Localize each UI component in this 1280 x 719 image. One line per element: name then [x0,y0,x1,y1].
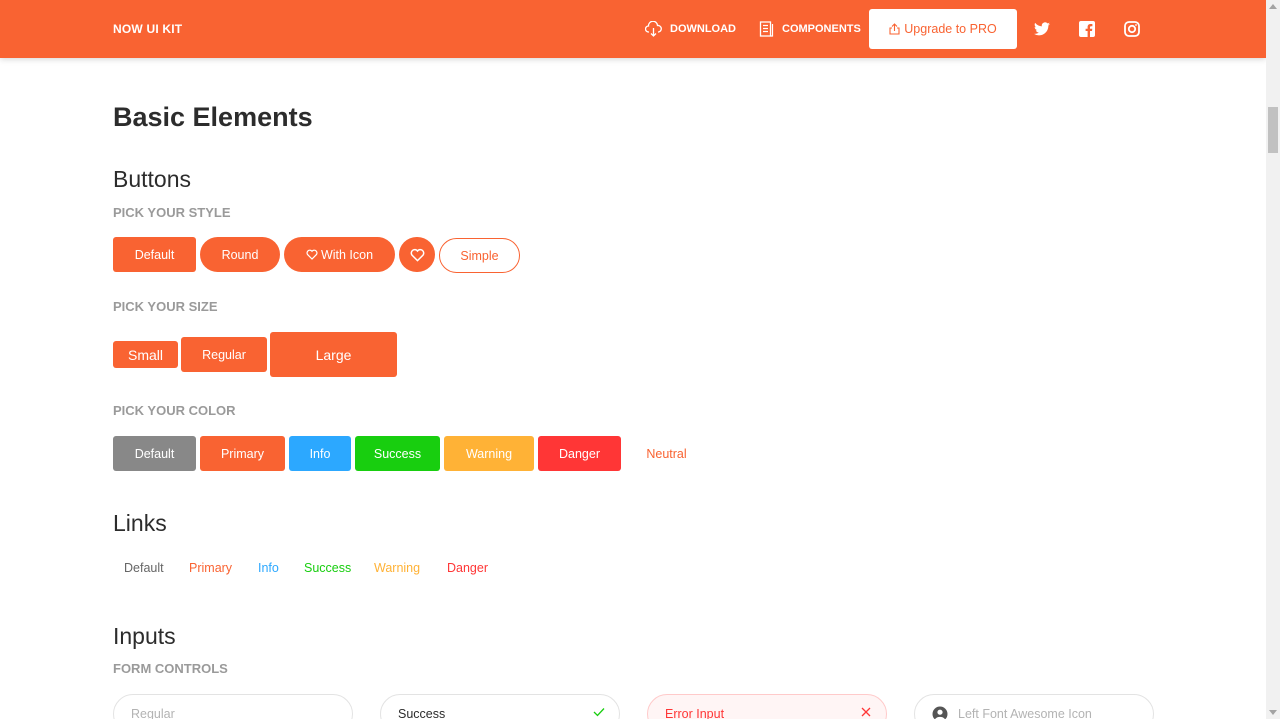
success-link[interactable]: Success [304,561,351,575]
scroll-up-arrow[interactable] [1269,4,1277,9]
pick-style-label: PICK YOUR STYLE [113,205,231,220]
scroll-down-arrow[interactable] [1269,710,1277,715]
twitter-icon [1034,22,1050,36]
download-link[interactable]: DOWNLOAD [645,18,736,40]
round-button[interactable]: Round [200,237,280,272]
twitter-link[interactable] [1032,19,1052,39]
instagram-icon [1124,21,1140,37]
share-icon [889,23,900,35]
default-link[interactable]: Default [124,561,164,575]
inputs-heading: Inputs [113,623,176,649]
check-icon [593,708,605,717]
primary-button[interactable]: Primary [200,436,285,471]
heart-icon [410,248,424,262]
icon-input-placeholder: Left Font Awesome Icon [958,707,1092,719]
info-link[interactable]: Info [258,561,279,575]
small-button[interactable]: Small [113,341,178,368]
navbar: NOW UI KIT DOWNLOAD COMPONENTS Upgrade t… [0,0,1266,58]
download-label: DOWNLOAD [670,23,736,35]
upgrade-button[interactable]: Upgrade to PRO [869,9,1017,49]
with-icon-button[interactable]: With Icon [284,237,395,272]
neutral-button[interactable]: Neutral [627,436,706,471]
success-input-value: Success [398,707,446,719]
warning-link[interactable]: Warning [374,561,420,575]
heart-icon-button[interactable] [399,237,435,272]
heart-icon [306,249,318,260]
primary-link[interactable]: Primary [189,561,232,575]
pick-size-label: PICK YOUR SIZE [113,299,218,314]
cloud-download-icon [645,21,662,37]
upgrade-label: Upgrade to PRO [904,22,997,36]
success-input[interactable]: Success [380,694,620,719]
regular-input-placeholder: Regular [131,707,175,719]
icon-input[interactable]: Left Font Awesome Icon [914,694,1154,719]
components-link[interactable]: COMPONENTS [759,18,861,40]
large-button[interactable]: Large [270,332,397,377]
regular-button[interactable]: Regular [181,337,267,372]
document-icon [759,20,774,37]
warning-button[interactable]: Warning [444,436,534,471]
scrollbar-thumb[interactable] [1268,107,1278,153]
default-button[interactable]: Default [113,237,196,272]
brand-logo[interactable]: NOW UI KIT [113,22,182,36]
pick-color-label: PICK YOUR COLOR [113,403,236,418]
instagram-link[interactable] [1122,19,1142,39]
buttons-heading: Buttons [113,166,191,192]
regular-input[interactable]: Regular [113,694,353,719]
user-circle-icon [932,706,948,719]
info-button[interactable]: Info [289,436,351,471]
form-controls-label: FORM CONTROLS [113,661,228,676]
close-icon [861,707,871,717]
with-icon-label: With Icon [320,247,374,262]
links-heading: Links [113,510,167,536]
default-color-button[interactable]: Default [113,436,196,471]
danger-button[interactable]: Danger [538,436,621,471]
page-title: Basic Elements [113,102,313,132]
success-button[interactable]: Success [355,436,440,471]
components-label: COMPONENTS [782,23,861,35]
error-input-value: Error Input [665,707,725,719]
facebook-icon [1079,21,1095,37]
danger-link[interactable]: Danger [447,561,488,575]
facebook-link[interactable] [1077,19,1097,39]
simple-button[interactable]: Simple [439,238,520,273]
error-input[interactable]: Error Input [647,694,887,719]
